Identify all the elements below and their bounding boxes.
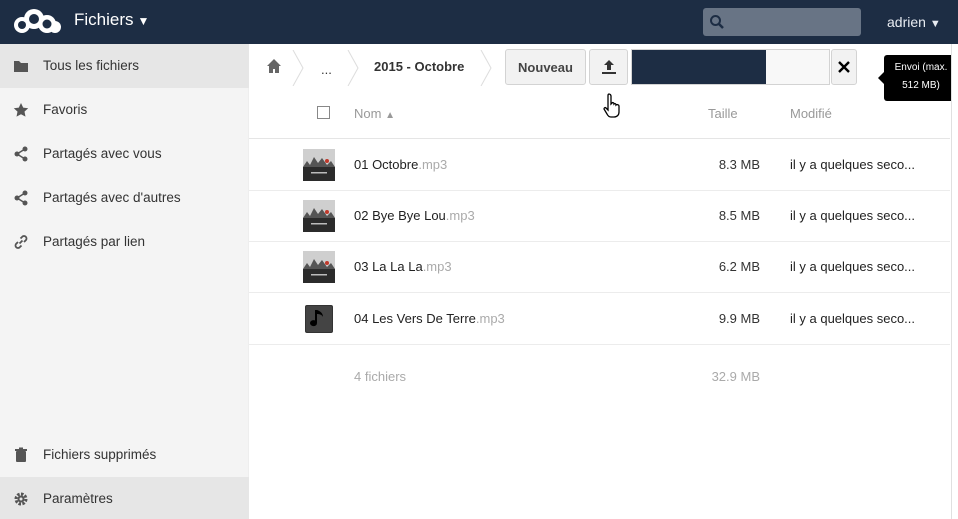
file-name[interactable]: 04 Les Vers De Terre.mp3: [354, 311, 505, 326]
upload-icon: [602, 60, 616, 74]
close-icon: [838, 61, 850, 73]
file-size: 8.3 MB: [718, 157, 760, 172]
album-cover-thumbnail: [303, 200, 335, 232]
file-modified: il y a quelques seco...: [790, 311, 916, 326]
sidebar-item-shared-by-link[interactable]: Partagés par lien: [0, 220, 249, 264]
owncloud-logo[interactable]: [12, 9, 62, 35]
sidebar-item-shared-with-others[interactable]: Partagés avec d'autres: [0, 176, 249, 220]
column-header-name[interactable]: Nom ▲: [354, 106, 395, 121]
file-size: 8.5 MB: [718, 208, 760, 223]
user-name: adrien: [887, 14, 926, 30]
settings-button[interactable]: Paramètres: [0, 477, 249, 519]
breadcrumb-ellipsis[interactable]: ...: [321, 62, 332, 77]
sidebar-item-label: Partagés avec d'autres: [43, 190, 181, 205]
tooltip-line: Envoi (max.: [894, 62, 948, 73]
upload-progress-bar: [631, 49, 830, 85]
file-size: 9.9 MB: [718, 311, 760, 326]
file-table-header: Nom ▲ Taille Modifié: [249, 88, 950, 139]
table-row[interactable]: 02 Bye Bye Lou.mp3 8.5 MB il y a quelque…: [249, 190, 950, 242]
file-name[interactable]: 01 Octobre.mp3: [354, 157, 447, 172]
total-size: 32.9 MB: [711, 369, 760, 384]
breadcrumb-current[interactable]: 2015 - Octobre: [374, 59, 464, 74]
app-header: Fichiers ▼ adrien ▼: [0, 0, 958, 44]
home-icon[interactable]: [266, 58, 282, 74]
table-row[interactable]: 04 Les Vers De Terre.mp3 9.9 MB il y a q…: [249, 293, 950, 345]
folder-icon: [14, 61, 28, 72]
share-icon: [14, 146, 28, 162]
link-icon: [14, 235, 28, 249]
breadcrumb-separator: [347, 50, 359, 86]
file-modified: il y a quelques seco...: [790, 259, 916, 274]
chevron-down-icon: ▼: [929, 18, 941, 30]
upload-button[interactable]: [589, 49, 628, 85]
sidebar-item-label: Favoris: [43, 102, 88, 117]
file-name[interactable]: 02 Bye Bye Lou.mp3: [354, 208, 475, 223]
sidebar-item-shared-with-you[interactable]: Partagés avec vous: [0, 132, 249, 176]
sidebar-item-label: Partagés par lien: [43, 234, 146, 249]
app-title: Fichiers: [74, 10, 134, 29]
file-size: 6.2 MB: [718, 259, 760, 274]
sidebar: Tous les fichiers Favoris Partagés avec …: [0, 44, 249, 519]
file-name[interactable]: 03 La La La.mp3: [354, 259, 452, 274]
star-icon: [13, 103, 29, 117]
sidebar-item-favorites[interactable]: Favoris: [0, 88, 249, 132]
gear-icon: [14, 492, 28, 506]
file-modified: il y a quelques seco...: [790, 157, 916, 172]
upload-progress-fill: [632, 50, 766, 84]
file-count: 4 fichiers: [354, 369, 407, 384]
trash-icon: [15, 447, 27, 462]
column-header-modified[interactable]: Modifié: [790, 106, 832, 121]
breadcrumb-separator: [480, 50, 492, 86]
user-menu[interactable]: adrien ▼: [887, 14, 941, 30]
music-note-icon: [305, 305, 333, 333]
album-cover-thumbnail: [303, 149, 335, 181]
sidebar-item-label: Fichiers supprimés: [43, 447, 157, 462]
breadcrumb-separator: [292, 50, 304, 86]
column-header-size[interactable]: Taille: [708, 106, 738, 121]
sidebar-item-label: Partagés avec vous: [43, 146, 162, 161]
album-cover-thumbnail: [303, 251, 335, 283]
search-icon: [710, 15, 724, 29]
sidebar-item-deleted-files[interactable]: Fichiers supprimés: [0, 433, 249, 477]
new-button[interactable]: Nouveau: [505, 49, 586, 85]
file-modified: il y a quelques seco...: [790, 208, 916, 223]
search-input[interactable]: [703, 8, 861, 36]
table-summary: 4 fichiers 32.9 MB: [249, 345, 950, 397]
settings-label: Paramètres: [43, 491, 113, 506]
sidebar-item-label: Tous les fichiers: [43, 58, 140, 73]
sort-ascending-icon: ▲: [385, 110, 395, 121]
scrollbar[interactable]: [951, 44, 958, 519]
sidebar-item-all-files[interactable]: Tous les fichiers: [0, 44, 249, 88]
app-menu[interactable]: Fichiers ▼: [74, 10, 149, 30]
chevron-down-icon: ▼: [137, 14, 150, 28]
share-icon: [14, 190, 28, 206]
cancel-upload-button[interactable]: [831, 49, 857, 85]
table-row[interactable]: 01 Octobre.mp3 8.3 MB il y a quelques se…: [249, 139, 950, 191]
table-row[interactable]: 03 La La La.mp3 6.2 MB il y a quelques s…: [249, 241, 950, 293]
select-all-checkbox[interactable]: [317, 106, 330, 119]
